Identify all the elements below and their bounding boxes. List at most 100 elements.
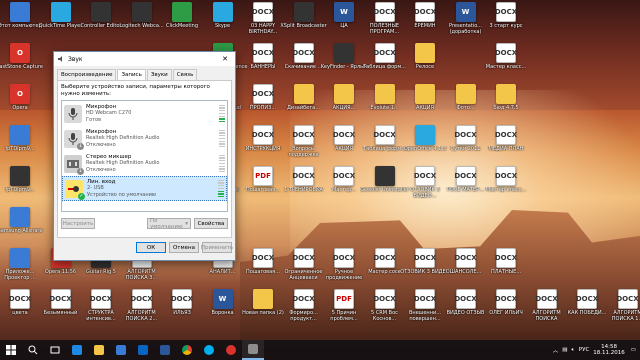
dark-file-icon [10,166,30,186]
desktop-icon[interactable]: DOCX 3 старт курс [481,2,531,46]
edge-icon [72,345,82,355]
panel-buttons: Настроить По умолчанию ▾ Свойства [61,218,228,230]
dark-file-icon [91,2,111,22]
desktop-icon[interactable]: DOCX ПЛАТНЫЕ... [481,248,531,292]
tab-playback[interactable]: Воспроизведение [57,69,117,80]
doc-file-icon: DOCX [373,43,396,63]
desktop-icon-label: ПЛАТНЫЕ... [490,269,522,275]
desktop-icon-label: Samsung Allshare [0,228,43,234]
close-icon[interactable]: ✕ [218,55,232,63]
desktop-icon-label: Opera [12,105,28,111]
doc-file-icon: DOCX [252,43,274,63]
set-default-dropdown[interactable]: По умолчанию ▾ [147,218,191,230]
microphone-icon: ↓ [64,129,84,150]
desktop-icon[interactable]: fpTDIpm9... [0,166,45,210]
desktop-icon[interactable]: fpTDIpm9... [0,125,45,169]
dark-file-icon [131,2,152,22]
stereo-mixer-icon: ↓ [64,154,84,175]
network-icon[interactable]: ▤ [562,347,567,353]
taskbar-chrome[interactable] [176,340,198,360]
taskbar-sound-settings[interactable] [242,340,264,360]
search-icon [28,345,38,355]
configure-button[interactable]: Настроить [61,218,95,229]
device-row-selected[interactable]: ✓ Лин. вход 2- USB Устройство по умолчан… [62,176,227,201]
desktop-icon[interactable]: Samsung Allshare [0,207,45,251]
docx-file-icon: W [455,2,476,22]
tray-chevron-icon[interactable]: ︿ [553,346,559,354]
desktop-icon[interactable]: DOCX МЕДИА ПЛАН [481,125,531,169]
desktop-icon-label: fpTDIpm9... [5,187,35,193]
search-button[interactable] [22,340,44,360]
taskbar-skype[interactable] [198,340,220,360]
level-meter [219,129,225,148]
desktop-icon[interactable]: DOCXАЛГОРИТМ ПОИСКА 1... [603,289,640,333]
task-view-button[interactable] [44,340,66,360]
skype-icon [204,345,214,355]
device-row[interactable]: ↓ Микрофон Realtek High Definition Audio… [62,126,227,151]
desktop-icon[interactable]: DOCX Мастер класс... [481,43,531,87]
properties-button[interactable]: Свойства [194,218,228,229]
device-row[interactable]: ↓ Стерео микшер Realtek High Definition … [62,151,227,176]
level-meter [219,104,225,123]
doc-file-icon: DOCX [252,125,274,145]
windows-icon [6,345,16,355]
desktop-icon-label: fpTDIpm9... [5,146,35,152]
desktop-icon[interactable]: O FastStone Capture [0,43,45,87]
tab-sounds[interactable]: Звуки [146,69,172,80]
language-indicator[interactable]: РУС [579,347,590,353]
apply-button[interactable]: Применить [201,242,233,253]
doc-file-icon: DOCX [9,289,31,309]
device-list[interactable]: Микрофон HD Webcam C270 Готов ↓ Микрофон… [61,100,228,212]
tab-communications[interactable]: Связь [172,69,198,80]
desktop-icon[interactable]: Бюд 4.7.5 [481,84,531,128]
start-button[interactable] [0,340,22,360]
clock[interactable]: 14:58 18.11.2016 [593,344,625,357]
clock-date: 18.11.2016 [593,350,625,356]
desktop-icon[interactable]: O Opera [0,84,45,128]
doc-file-icon: DOCX [90,289,112,309]
doc-file-icon: DOCX [171,289,193,309]
cancel-button[interactable]: Отмена [169,242,199,253]
device-row[interactable]: Микрофон HD Webcam C270 Готов [62,101,227,126]
app-file-icon [10,125,30,145]
recording-panel: Выберите устройство записи, параметры ко… [57,80,232,238]
taskbar-mail[interactable] [132,340,154,360]
doc-file-icon: DOCX [454,289,477,309]
taskbar-edge[interactable] [66,340,88,360]
taskbar-opera[interactable] [220,340,242,360]
taskbar-store[interactable] [110,340,132,360]
taskbar-explorer[interactable] [88,340,110,360]
taskbar-word[interactable] [154,340,176,360]
dark-file-icon [334,43,354,63]
doc-file-icon: DOCX [414,248,436,268]
desktop-icon[interactable]: DOCX Мастер класс... [481,166,531,210]
doc-file-icon: DOCX [333,166,355,186]
desktop-icon[interactable]: Релосе [400,43,450,87]
desktop-icon-label: МЕДИА ПЛАН [488,146,524,152]
doc-file-icon: DOCX [414,166,436,186]
doc-file-icon: DOCX [495,166,517,186]
doc-file-icon: DOCX [495,248,517,268]
dialog-footer: ОК Отмена Применить [54,238,235,253]
disabled-status-icon: ↓ [77,167,84,175]
dark-file-icon [374,166,395,186]
notifications-icon[interactable]: ▭ [631,347,636,353]
desktop-icon-label: АЛГОРИТМ ПОИСКА З... [125,269,158,281]
ok-button[interactable]: ОК [136,242,166,253]
word-icon [160,345,170,355]
volume-icon[interactable]: 🔈︎ [571,347,574,354]
doc-file-icon: DOCX [414,289,436,309]
doc-file-icon: DOCX [616,289,639,309]
doc-file-icon: DOCX [535,289,558,309]
doc-file-icon: DOCX [49,289,72,309]
tab-recording[interactable]: Запись [117,69,146,80]
dialog-titlebar[interactable]: Звук ✕ [54,52,235,66]
folder-file-icon [496,84,516,104]
device-status: Отключено [86,166,116,173]
sky-file-icon [415,125,435,145]
doc-file-icon: DOCX [414,2,436,22]
doc-file-icon: DOCX [292,248,315,268]
device-status: Готов [86,116,102,123]
red-file-icon: O [10,84,30,104]
doc-file-icon: DOCX [252,2,274,22]
